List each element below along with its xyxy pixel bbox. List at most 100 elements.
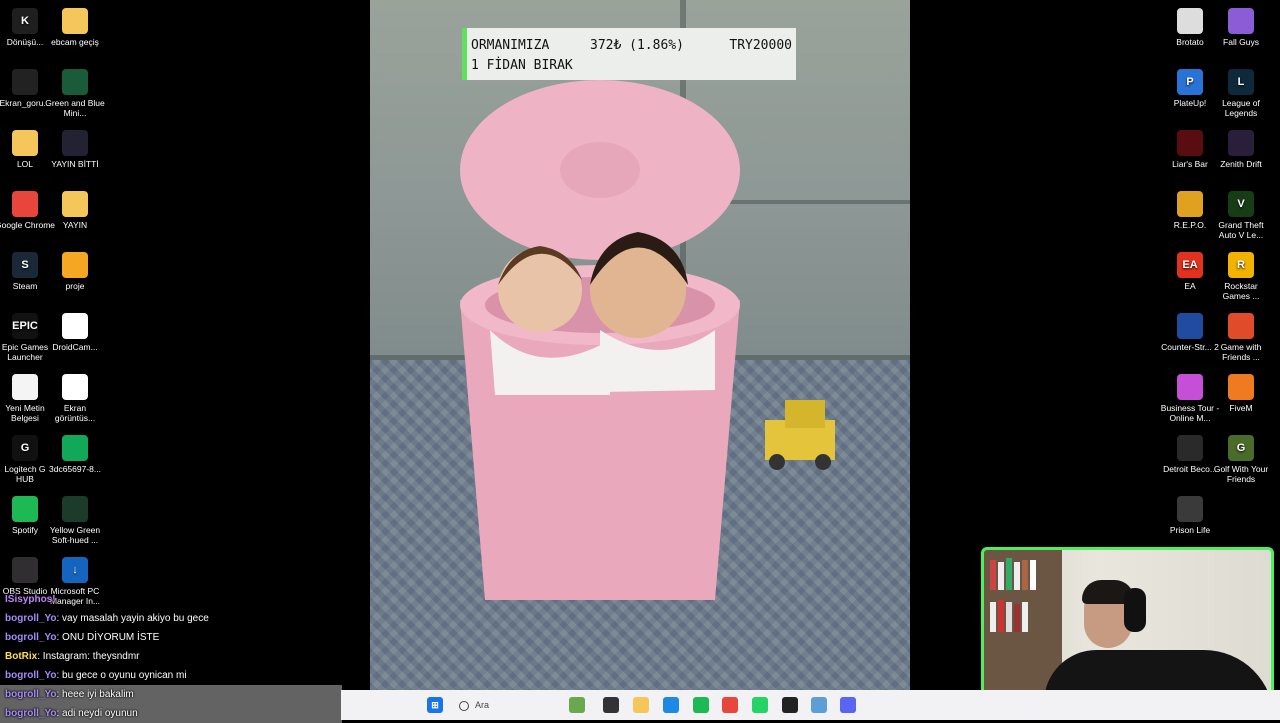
fivem-icon bbox=[1228, 374, 1254, 400]
chrome-icon bbox=[12, 191, 38, 217]
chrome-icon[interactable] bbox=[722, 697, 738, 713]
shortcut-label: 3dc65697-8... bbox=[49, 464, 101, 474]
shortcut-label: FiveM bbox=[1229, 403, 1253, 413]
stream-chat: ISisyphos! bogroll_Yo: vay masalah yayin … bbox=[0, 590, 342, 723]
screenshot-file-icon bbox=[12, 69, 38, 95]
chat-username[interactable]: bogroll_Yo bbox=[5, 632, 56, 643]
desktop-shortcut[interactable]: V Grand Theft Auto V Le... bbox=[1211, 191, 1271, 240]
shortcut-label: Rockstar Games ... bbox=[1222, 281, 1260, 301]
zenith-drift-icon bbox=[1228, 130, 1254, 156]
chat-message: bogroll_Yo: adi neydi oyunun bbox=[0, 704, 342, 723]
golf-icon: G bbox=[1228, 435, 1254, 461]
desktop-shortcut[interactable]: ebcam geçiş bbox=[45, 8, 105, 47]
text-file-icon bbox=[12, 374, 38, 400]
chat-username[interactable]: BotRix bbox=[5, 651, 37, 662]
desktop-shortcut[interactable]: Fall Guys bbox=[1211, 8, 1271, 47]
gta-icon: V bbox=[1228, 191, 1254, 217]
brotato-icon bbox=[1177, 8, 1203, 34]
shortcut-label: Grand Theft Auto V Le... bbox=[1218, 220, 1264, 240]
donation-goal-widget: ORMANIMIZA 372₺ (1.86%) TRY20000 1 FİDAN… bbox=[462, 28, 796, 80]
widgets-icon[interactable] bbox=[569, 697, 585, 713]
whatsapp-icon[interactable] bbox=[752, 697, 768, 713]
desktop-shortcut[interactable]: Prison Life bbox=[1160, 496, 1220, 535]
business-tour-icon bbox=[1177, 374, 1203, 400]
task-view-icon[interactable] bbox=[603, 697, 619, 713]
shortcut-label: DroidCam... bbox=[52, 342, 98, 352]
shortcut-label: proje bbox=[65, 281, 85, 291]
store-icon[interactable] bbox=[663, 697, 679, 713]
desktop-shortcut[interactable]: Green and Blue Mini... bbox=[45, 69, 105, 118]
chat-username[interactable]: ISisyphos! bbox=[5, 594, 56, 605]
shortcut-label: YAYIN BİTTİ bbox=[51, 159, 99, 169]
steam-icon: S bbox=[12, 252, 38, 278]
taskbar: ⊞ Ara bbox=[341, 690, 1280, 720]
shortcut-label: Prison Life bbox=[1169, 525, 1211, 535]
counter-strike-icon bbox=[1177, 313, 1203, 339]
app-icon[interactable] bbox=[782, 697, 798, 713]
desktop-shortcut[interactable]: L League of Legends bbox=[1211, 69, 1271, 118]
shortcut-label: Golf With Your Friends bbox=[1213, 464, 1269, 484]
chat-message: bogroll_Yo: heee iyi bakalim bbox=[0, 685, 342, 704]
shortcut-label: Zenith Drift bbox=[1220, 159, 1262, 169]
chat-text: : bu gece o oyunu oynican mi bbox=[56, 670, 187, 681]
chat-message: bogroll_Yo: bu gece o oyunu oynican mi bbox=[0, 666, 342, 685]
desktop-shortcut[interactable]: Game with Friends ... bbox=[1211, 313, 1271, 362]
shortcut-label: Yellow Green Soft-hued ... bbox=[49, 525, 101, 545]
epic-games-icon: EPIC bbox=[12, 313, 38, 339]
chat-text: : adi neydi oyunun bbox=[56, 708, 138, 719]
desktop-shortcut[interactable]: Zenith Drift bbox=[1211, 130, 1271, 169]
file-explorer-icon[interactable] bbox=[633, 697, 649, 713]
chat-username[interactable]: bogroll_Yo bbox=[5, 613, 56, 624]
donation-subtitle: 1 FİDAN BIRAK bbox=[471, 58, 573, 73]
chat-username[interactable]: bogroll_Yo bbox=[5, 708, 56, 719]
folder-icon bbox=[12, 130, 38, 156]
desktop-shortcut[interactable]: 3dc65697-8... bbox=[45, 435, 105, 474]
shortcut-label: ebcam geçiş bbox=[51, 37, 99, 47]
folder-icon bbox=[62, 8, 88, 34]
discord-icon[interactable] bbox=[840, 697, 856, 713]
chat-message: ISisyphos! bbox=[0, 590, 342, 609]
windows-start-icon[interactable]: ⊞ bbox=[427, 697, 443, 713]
desktop-shortcut[interactable]: Yellow Green Soft-hued ... bbox=[45, 496, 105, 545]
logitech-icon: G bbox=[12, 435, 38, 461]
shortcut-label: Game with Friends ... bbox=[1220, 342, 1262, 362]
desktop-shortcut[interactable]: G Golf With Your Friends bbox=[1211, 435, 1271, 484]
detroit-icon bbox=[1177, 435, 1203, 461]
download-icon: ↓ bbox=[62, 557, 88, 583]
chat-message: bogroll_Yo: ONU DİYORUM İSTE bbox=[0, 628, 342, 647]
chat-username[interactable]: bogroll_Yo bbox=[5, 689, 56, 700]
ea-icon: EA bbox=[1177, 252, 1203, 278]
chat-text: : Instagram: theysndmr bbox=[37, 651, 140, 662]
obs-icon bbox=[12, 557, 38, 583]
spotify-icon bbox=[12, 496, 38, 522]
spotify-icon[interactable] bbox=[693, 697, 709, 713]
shortcut-label: YAYIN bbox=[62, 220, 88, 230]
donation-goal: TRY20000 bbox=[729, 38, 792, 53]
donation-title: ORMANIMIZA bbox=[471, 38, 550, 53]
shortcut-label: Green and Blue Mini... bbox=[45, 98, 105, 118]
game-icon bbox=[1228, 313, 1254, 339]
desktop-shortcut[interactable]: R Rockstar Games ... bbox=[1211, 252, 1271, 301]
rockstar-icon: R bbox=[1228, 252, 1254, 278]
desktop-shortcut[interactable]: YAYIN BİTTİ bbox=[45, 130, 105, 169]
droidcam-icon bbox=[62, 313, 88, 339]
repo-icon bbox=[1177, 191, 1203, 217]
liars-bar-icon bbox=[1177, 130, 1203, 156]
folder-icon bbox=[62, 252, 88, 278]
desktop-shortcut[interactable]: Ekran görüntüs... bbox=[45, 374, 105, 423]
search-icon bbox=[459, 700, 469, 711]
chat-username[interactable]: bogroll_Yo bbox=[5, 670, 56, 681]
folder-icon bbox=[62, 191, 88, 217]
desktop-shortcut[interactable]: FiveM bbox=[1211, 374, 1271, 413]
taskbar-search[interactable]: Ara bbox=[451, 696, 579, 714]
stream-photo bbox=[370, 0, 910, 690]
search-placeholder: Ara bbox=[475, 700, 490, 710]
shortcut-label: Fall Guys bbox=[1223, 37, 1259, 47]
desktop-shortcut[interactable]: YAYIN bbox=[45, 191, 105, 230]
kick-icon: K bbox=[12, 8, 38, 34]
desktop-shortcut[interactable]: DroidCam... bbox=[45, 313, 105, 352]
plateup-icon: P bbox=[1177, 69, 1203, 95]
settings-icon[interactable] bbox=[811, 697, 827, 713]
desktop-shortcut[interactable]: proje bbox=[45, 252, 105, 291]
image-file-icon bbox=[62, 130, 88, 156]
